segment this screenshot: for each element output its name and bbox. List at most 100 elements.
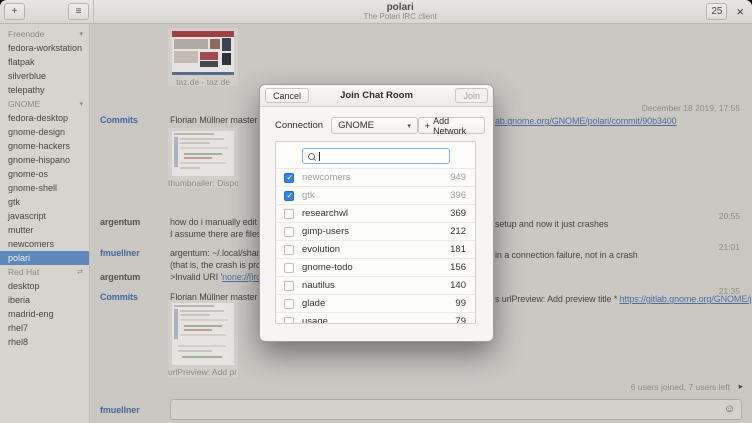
sidebar-room-item[interactable]: gtk bbox=[0, 195, 89, 209]
sidebar-room-item[interactable]: gnome-shell bbox=[0, 181, 89, 195]
sidebar-room-item[interactable]: madrid-eng bbox=[0, 307, 89, 321]
room-name: evolution bbox=[302, 244, 442, 255]
room-listbox: newcomers 949 gtk 396 researchwl 369 bbox=[275, 141, 476, 324]
section-room-list: desktop iberia madrid-eng rhel7 bbox=[0, 279, 89, 349]
own-nick[interactable]: fmuellner bbox=[100, 405, 140, 415]
decor bbox=[174, 305, 214, 307]
sidebar-room-label: rhel8 bbox=[8, 337, 28, 347]
connection-dropdown[interactable]: GNOME ▾ bbox=[331, 117, 418, 134]
room-row[interactable]: gimp-users 212 bbox=[276, 222, 475, 240]
menu-button[interactable]: ≡ bbox=[68, 3, 89, 20]
sidebar-room-item[interactable]: gnome-design bbox=[0, 125, 89, 139]
room-name: usage bbox=[302, 316, 447, 324]
sidebar-room-label: telepathy bbox=[8, 85, 45, 95]
sidebar-room-item[interactable]: silverblue bbox=[0, 69, 89, 83]
sidebar-room-item[interactable]: rhel7 bbox=[0, 321, 89, 335]
message-nick[interactable]: fmuellner bbox=[100, 248, 140, 258]
section-room-list: fedora-desktop gnome-design gnome-hacker… bbox=[0, 111, 89, 265]
emoji-picker-icon[interactable]: ☺ bbox=[724, 404, 735, 415]
message-nick[interactable]: argentum bbox=[100, 272, 140, 282]
sidebar-room-item[interactable]: newcomers bbox=[0, 237, 89, 251]
link-preview-commit-1[interactable]: thumbnailer: Dispo… bbox=[168, 128, 238, 188]
message-nick[interactable]: argentum bbox=[100, 217, 140, 227]
message-nick[interactable]: Commits bbox=[100, 292, 138, 302]
sidebar-room-item[interactable]: rhel8 bbox=[0, 335, 89, 349]
room-checkbox[interactable] bbox=[284, 299, 294, 309]
room-search-input[interactable] bbox=[302, 148, 450, 164]
sidebar-room-item[interactable]: javascript bbox=[0, 209, 89, 223]
sidebar-room-item[interactable]: fedora-workstation bbox=[0, 41, 89, 55]
gitlab-link[interactable]: https://gitlab.gnome.org/GNOME/polari/- bbox=[620, 294, 751, 304]
sidebar-section-header[interactable]: GNOME ▾ bbox=[0, 97, 89, 111]
decor bbox=[184, 329, 212, 331]
room-checkbox[interactable] bbox=[284, 173, 294, 183]
preview-caption: urlPreview: Add pr… bbox=[168, 367, 238, 377]
room-checkbox[interactable] bbox=[284, 191, 294, 201]
sidebar-room-item[interactable]: iberia bbox=[0, 293, 89, 307]
decor bbox=[200, 61, 218, 67]
close-button[interactable]: × bbox=[736, 5, 744, 18]
decor bbox=[180, 162, 226, 164]
sidebar-section: Red Hat ⇄ desktop iberia bbox=[0, 265, 89, 349]
headerbar: + ≡ polari The Polari IRC client 25 × bbox=[0, 0, 752, 24]
decor bbox=[182, 356, 222, 358]
join-chat-room-dialog: Join Chat Room Cancel Join Connection GN… bbox=[259, 84, 494, 342]
decor bbox=[184, 153, 222, 155]
sidebar-room-item[interactable]: gnome-os bbox=[0, 167, 89, 181]
decor bbox=[174, 133, 214, 135]
room-checkbox[interactable] bbox=[284, 317, 294, 325]
room-row[interactable]: glade 99 bbox=[276, 294, 475, 312]
sidebar-room-item[interactable]: fedora-desktop bbox=[0, 111, 89, 125]
room-user-count: 949 bbox=[450, 172, 466, 183]
section-trailing-icon[interactable]: ▾ bbox=[79, 100, 83, 108]
decor bbox=[222, 53, 231, 65]
cancel-button[interactable]: Cancel bbox=[265, 88, 309, 103]
room-row[interactable]: researchwl 369 bbox=[276, 204, 475, 222]
message-input[interactable]: ☺ bbox=[170, 399, 742, 420]
room-row[interactable]: nautilus 140 bbox=[276, 276, 475, 294]
headerbar-left-zone: + ≡ bbox=[0, 0, 94, 23]
add-room-button[interactable]: + bbox=[4, 3, 25, 20]
sidebar-room-item[interactable]: flatpak bbox=[0, 55, 89, 69]
room-row[interactable]: newcomers 949 bbox=[276, 168, 475, 186]
commit-link[interactable]: ab.gnome.org/GNOME/polari/commit/90b3400 bbox=[495, 116, 677, 126]
sidebar-room-item[interactable]: telepathy bbox=[0, 83, 89, 97]
room-user-count: 369 bbox=[450, 208, 466, 219]
room-checkbox[interactable] bbox=[284, 209, 294, 219]
expander-arrow-icon[interactable]: ▸ bbox=[739, 381, 743, 392]
room-user-count: 181 bbox=[450, 244, 466, 255]
sidebar-section-header[interactable]: Freenode ▾ bbox=[0, 27, 89, 41]
room-user-count: 99 bbox=[455, 298, 466, 309]
decor bbox=[180, 314, 210, 316]
decor bbox=[180, 142, 210, 144]
room-user-count: 212 bbox=[450, 226, 466, 237]
room-sidebar: Freenode ▾ fedora-workstation flatpak bbox=[0, 24, 90, 423]
sidebar-room-item[interactable]: gnome-hispano bbox=[0, 153, 89, 167]
link-preview-commit-2[interactable]: urlPreview: Add pr… bbox=[168, 300, 238, 378]
decor bbox=[180, 138, 224, 140]
message-nick[interactable]: Commits bbox=[100, 115, 138, 125]
join-button[interactable]: Join bbox=[455, 88, 488, 103]
room-row[interactable]: usage 79 bbox=[276, 312, 475, 324]
sidebar-room-item[interactable]: gnome-hackers bbox=[0, 139, 89, 153]
room-checkbox[interactable] bbox=[284, 245, 294, 255]
sidebar-room-item[interactable]: polari bbox=[0, 251, 89, 265]
sidebar-room-item[interactable]: desktop bbox=[0, 279, 89, 293]
section-trailing-icon[interactable]: ▾ bbox=[79, 30, 83, 38]
room-row[interactable]: evolution 181 bbox=[276, 240, 475, 258]
decor bbox=[174, 51, 198, 63]
date-header: December 18 2019, 17:55 bbox=[642, 103, 740, 113]
user-list-button[interactable]: 25 bbox=[706, 3, 727, 20]
sidebar-room-item[interactable]: mutter bbox=[0, 223, 89, 237]
room-checkbox[interactable] bbox=[284, 227, 294, 237]
room-checkbox[interactable] bbox=[284, 263, 294, 273]
add-network-button[interactable]: + Add Network bbox=[418, 117, 485, 134]
section-trailing-icon[interactable]: ⇄ bbox=[77, 268, 83, 276]
room-checkbox[interactable] bbox=[284, 281, 294, 291]
room-row[interactable]: gnome-todo 156 bbox=[276, 258, 475, 276]
sidebar-section-header[interactable]: Red Hat ⇄ bbox=[0, 265, 89, 279]
join-leave-status: 6 users joined, 7 users left bbox=[631, 382, 730, 392]
room-row[interactable]: gtk 396 bbox=[276, 186, 475, 204]
link-preview-taz[interactable]: taz.de - taz.de bbox=[168, 28, 238, 86]
sidebar-room-label: polari bbox=[8, 253, 30, 263]
